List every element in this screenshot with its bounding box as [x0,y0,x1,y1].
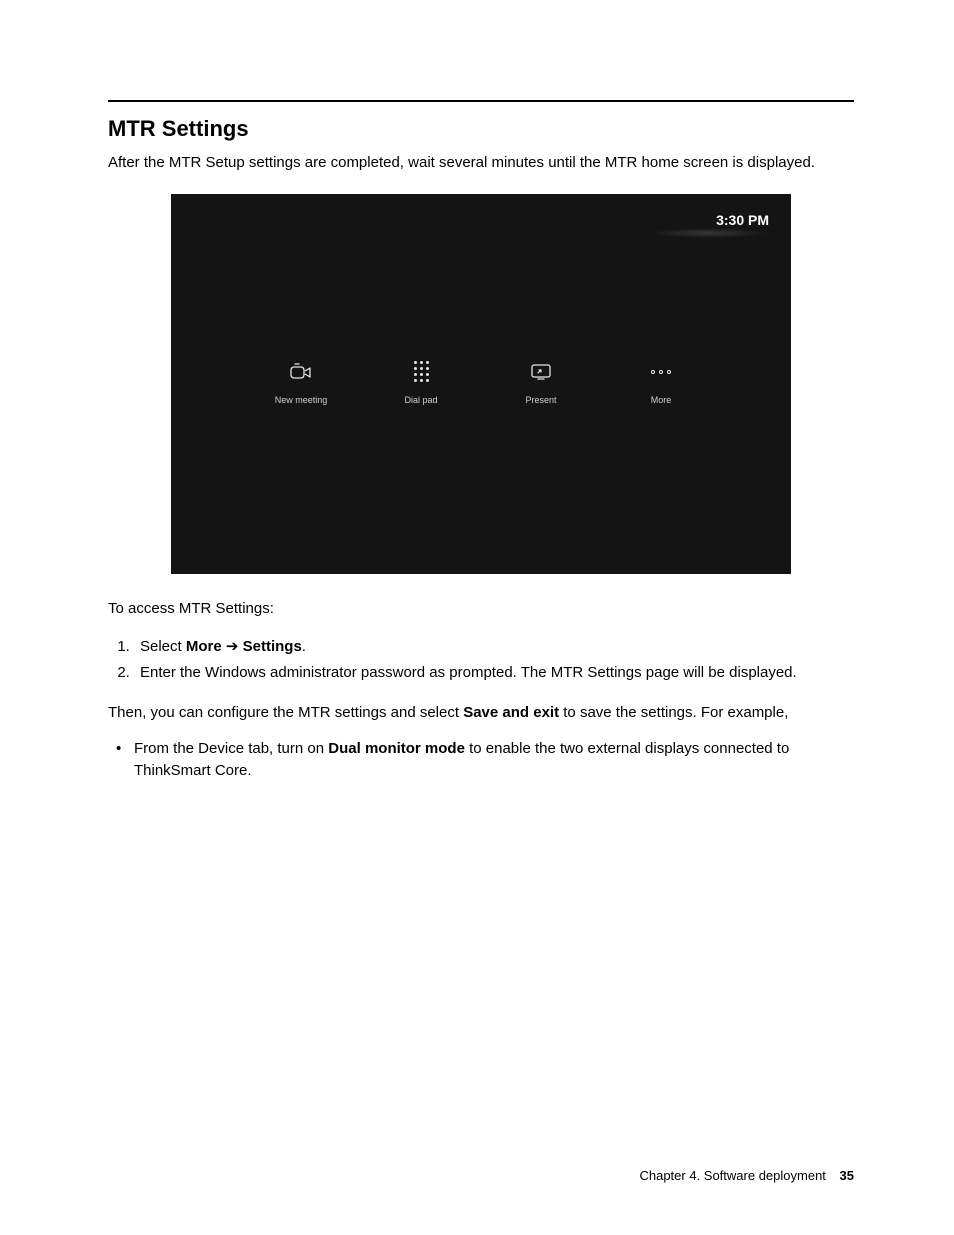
page-footer: Chapter 4. Software deployment 35 [639,1168,854,1183]
steps-list: Select More ➔ Settings. Enter the Window… [134,634,854,687]
then-save-exit: Save and exit [463,704,559,721]
intro-paragraph: After the MTR Setup settings are complet… [108,152,854,174]
access-intro: To access MTR Settings: [108,598,854,620]
step-2: Enter the Windows administrator password… [134,660,854,686]
present-label: Present [525,395,556,405]
then-paragraph: Then, you can configure the MTR settings… [108,702,854,724]
dial-pad-label: Dial pad [404,395,437,405]
footer-page-number: 35 [840,1168,854,1183]
footer-chapter: Chapter 4. Software deployment [639,1168,825,1183]
clock-label: 3:30 PM [716,212,769,228]
step-1: Select More ➔ Settings. [134,634,854,660]
bullet-1: From the Device tab, turn on Dual monito… [112,738,854,783]
present-icon [529,359,553,385]
blur-smudge [649,228,769,238]
section-title: MTR Settings [108,116,854,142]
more-label: More [651,395,672,405]
more-icon [651,359,671,385]
dial-pad-button[interactable]: Dial pad [386,359,456,405]
bullet-1-a: From the Device tab, turn on [134,740,328,757]
new-meeting-button[interactable]: New meeting [266,359,336,405]
step-1-text-a: Select [140,638,186,655]
then-c: to save the settings. For example, [559,704,788,721]
step-1-settings: Settings [243,638,302,655]
step-1-arrow: ➔ [222,638,243,655]
step-1-more: More [186,638,222,655]
dialpad-icon [414,359,429,385]
new-meeting-label: New meeting [275,395,328,405]
bullet-1-dual-monitor: Dual monitor mode [328,740,465,757]
step-1-period: . [302,638,306,655]
action-row: New meeting Dial pad [171,359,791,405]
video-camera-icon [288,359,314,385]
mtr-home-screenshot: 3:30 PM New meeting [171,194,791,574]
more-button[interactable]: More [626,359,696,405]
section-rule [108,100,854,102]
then-a: Then, you can configure the MTR settings… [108,704,463,721]
bullet-list: From the Device tab, turn on Dual monito… [112,738,854,783]
present-button[interactable]: Present [506,359,576,405]
